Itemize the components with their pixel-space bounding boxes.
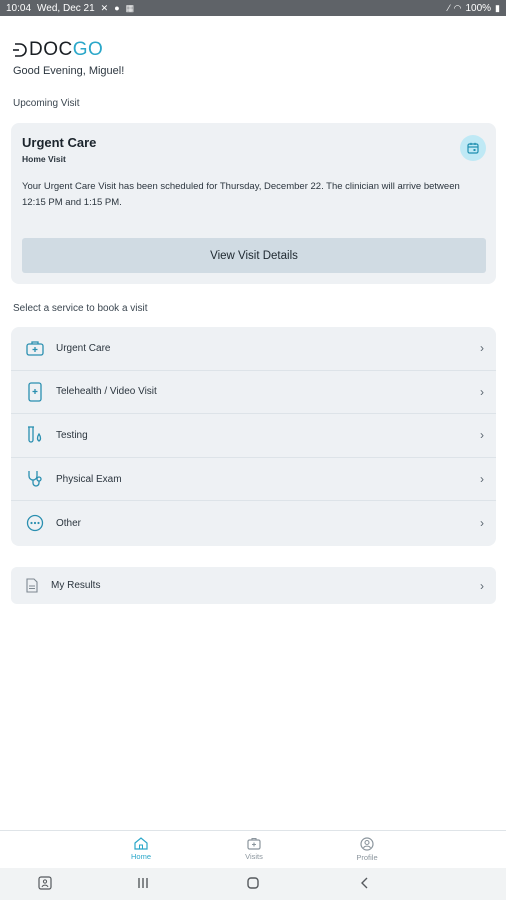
tablet-icon [24,381,46,403]
wifi-icon: ◠ [453,2,462,13]
mute-icon: ⁄ [448,3,450,13]
visit-title: Urgent Care [22,135,97,150]
battery-level: 100% [465,2,492,14]
service-item-telehealth[interactable]: Telehealth / Video Visit › [11,371,496,415]
services-label: Select a service to book a visit [13,303,148,314]
chevron-right-icon: › [480,578,484,593]
calendar-icon [467,142,479,154]
service-label: Telehealth / Video Visit [56,386,157,398]
recent-apps-icon[interactable] [136,876,150,893]
logo-text-go: GO [72,39,104,60]
first-aid-kit-icon [24,337,46,359]
service-label: Other [56,517,82,529]
chevron-right-icon: › [480,516,484,531]
nav-visits-label: Visits [245,852,263,861]
more-icon [24,512,46,534]
grid-notification-icon: ▦ [125,2,135,13]
service-item-testing[interactable]: Testing › [11,414,496,458]
nav-profile[interactable]: Profile [337,837,397,862]
chevron-right-icon: › [480,384,484,399]
my-results-label: My Results [51,580,101,591]
app-notification-icon: ● [114,3,120,13]
home-button-icon[interactable] [246,876,260,893]
status-time: 10:04 [6,2,32,14]
service-item-physical-exam[interactable]: Physical Exam › [11,458,496,502]
battery-icon: ▮ [495,2,500,13]
greeting-text: Good Evening, Miguel! [13,65,125,77]
stethoscope-icon [24,468,46,490]
bottom-navigation: Home Visits Profile [0,830,506,868]
document-icon [24,575,40,597]
nav-profile-label: Profile [356,853,378,862]
system-navigation-bar [0,868,506,900]
visits-icon [247,837,261,850]
status-bar: 10:04 Wed, Dec 21 ✕ ● ▦ ⁄ ◠ 100% ▮ [0,0,506,16]
view-visit-details-button[interactable]: View Visit Details [22,238,486,273]
nav-visits[interactable]: Visits [224,837,284,861]
chevron-right-icon: › [480,341,484,356]
accessibility-icon[interactable] [38,876,52,893]
profile-icon [360,837,374,851]
my-results-button[interactable]: My Results › [11,567,496,604]
upcoming-visit-card: Urgent Care Home Visit Your Urgent Care … [11,123,496,284]
app-logo: DOCGO [13,39,104,60]
visit-description: Your Urgent Care Visit has been schedule… [22,181,460,208]
test-tubes-icon [24,424,46,446]
nav-home[interactable]: Home [111,837,171,861]
chevron-right-icon: › [480,428,484,443]
logo-mark-icon [13,43,27,57]
service-label: Physical Exam [56,473,122,485]
nav-home-label: Home [130,852,151,861]
visit-type: Home Visit [22,154,66,164]
service-item-urgent-care[interactable]: Urgent Care › [11,327,496,371]
home-icon [134,837,148,850]
chevron-right-icon: › [480,472,484,487]
status-date: Wed, Dec 21 [37,2,95,14]
missed-call-icon: ✕ [100,2,109,13]
service-label: Testing [56,429,88,441]
service-label: Urgent Care [56,342,111,354]
upcoming-visit-label: Upcoming Visit [13,98,80,109]
back-icon[interactable] [358,876,372,893]
logo-text-doc: DOC [29,39,73,60]
services-list: Urgent Care › Telehealth / Video Visit ›… [11,327,496,546]
service-item-other[interactable]: Other › [11,501,496,545]
add-to-calendar-button[interactable] [460,135,486,161]
